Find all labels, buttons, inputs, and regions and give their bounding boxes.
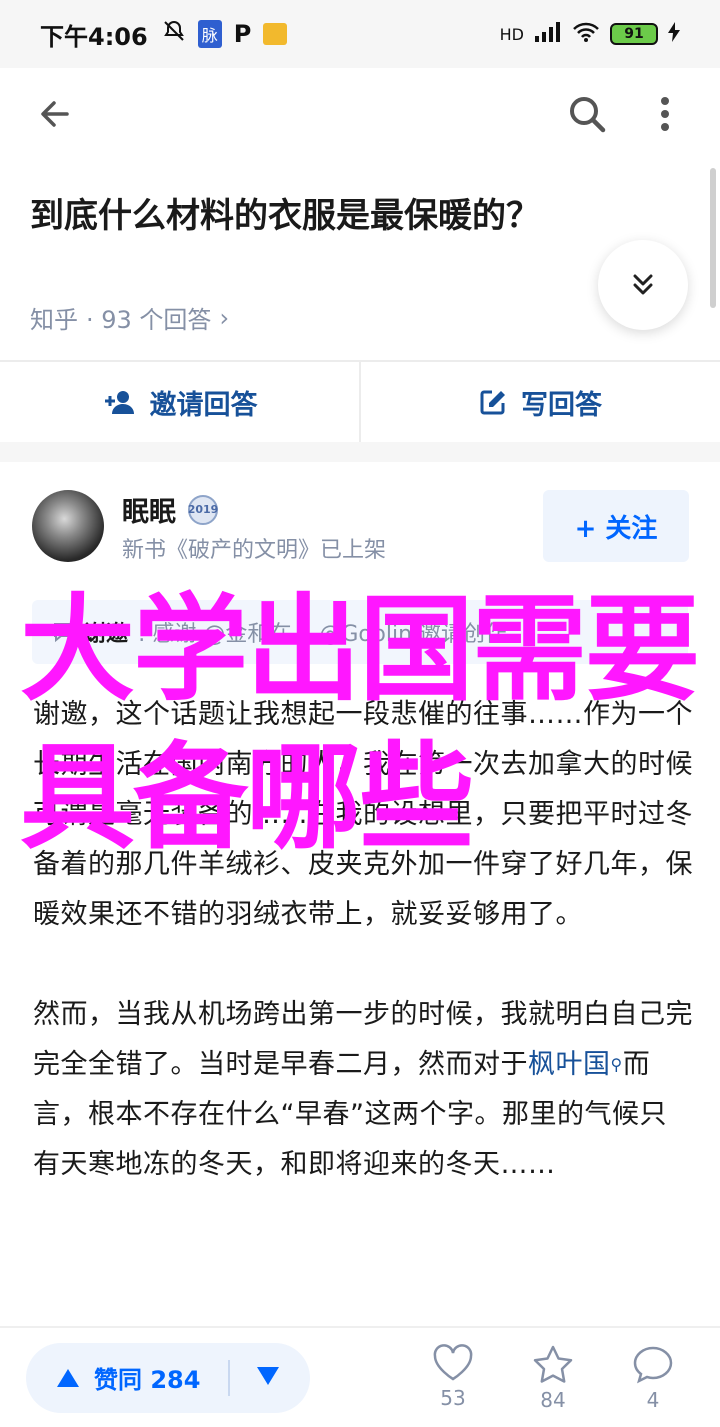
level-badge-icon: 2019 [188,494,218,525]
scrollbar[interactable] [710,168,716,308]
top-toolbar [0,68,720,160]
answer-paragraph-2: 然而，当我从机场跨出第一步的时候，我就明白自己完完全全错了。当时是早春二月，然而… [33,990,693,1190]
upvote-button[interactable]: 赞同 284 [56,1360,200,1395]
answer-paragraph: 谢邀，这个话题让我想起一段悲催的往事……作为一个长期生活在国内南方的人，我在第一… [33,699,693,930]
vote-divider [228,1359,231,1396]
edit-icon [480,390,505,415]
write-answer-button[interactable]: 写回答 [361,362,720,442]
source-label: 知乎 [30,306,78,334]
chevron-right-icon: › [219,303,230,332]
search-icon [570,97,606,133]
quote-icon [54,623,72,643]
triangle-up-icon [57,1368,79,1387]
search-button[interactable] [562,89,612,139]
vote-label: 赞同 284 [94,1366,201,1394]
author-name: 眠眠 [122,497,176,528]
like-count: 53 [440,1385,466,1410]
double-chevron-down-icon [633,274,653,295]
star-icon [533,1345,573,1383]
p-icon: P [233,20,252,48]
invite-note: 谢邀 : 感谢 @金和在... @Goblin 邀请创作 [32,600,688,664]
network-label: HD [499,24,524,44]
add-user-icon [104,391,134,414]
vote-pill: 赞同 284 [26,1342,311,1413]
like-button[interactable]: 53 [432,1343,474,1412]
search-link-icon: ⚲ [610,1055,623,1074]
favorite-button[interactable]: 84 [532,1344,574,1412]
invite-note-prefix: 谢邀 [84,622,129,647]
write-label: 写回答 [521,389,602,421]
author-subtitle: 新书《破产的文明》已上架 [122,538,387,563]
bottom-bar: 赞同 284 53 84 4 [0,1326,720,1427]
more-vertical-icon [661,97,669,131]
status-right: HD 91 [500,21,680,47]
mail-icon [263,23,288,45]
answers-count: · 93 个回答 [86,306,212,334]
invite-label: 邀请回答 [149,389,258,421]
expand-button[interactable] [598,240,688,330]
battery-icon: 91 [610,23,658,45]
author-row[interactable]: 眠眠 2019 [122,490,218,529]
heart-icon [433,1343,473,1380]
section-gap [0,442,720,462]
more-button[interactable] [640,89,690,139]
status-time: 下午4:06 [40,22,148,51]
comment-icon [633,1346,673,1383]
stats-row: 53 84 4 [432,1343,674,1412]
mute-icon [162,19,186,49]
app-badge-icon: 脉 [197,20,222,48]
back-arrow-icon [41,101,69,127]
app-screen: 下午4:06 脉 P HD 91 到底什么材料的衣服是最保暖的？ 知乎 · 93… [0,0,720,1427]
downvote-button[interactable] [256,1364,280,1392]
wifi-icon [572,21,600,47]
maple-country-link[interactable]: 枫叶国 [528,1049,611,1080]
status-bar: 下午4:06 脉 P HD 91 [0,0,720,68]
question-title[interactable]: 到底什么材料的衣服是最保暖的？ [30,196,630,237]
signal-icon [534,21,562,47]
charging-icon [668,22,680,46]
invite-note-text: : 感谢 @金和在... @Goblin 邀请创作 [138,622,508,647]
answer-body[interactable]: 谢邀，这个话题让我想起一段悲催的往事……作为一个长期生活在国内南方的人，我在第一… [33,690,693,1240]
comment-button[interactable]: 4 [632,1344,674,1412]
follow-button[interactable]: + 关注 [543,490,689,562]
triangle-down-icon [257,1366,280,1385]
question-actions: 邀请回答 写回答 [0,362,720,442]
back-button[interactable] [30,89,80,139]
author-avatar[interactable] [32,490,104,562]
star-count: 84 [540,1387,566,1412]
invite-answer-button[interactable]: 邀请回答 [0,362,359,442]
comment-count: 4 [646,1387,660,1412]
question-meta[interactable]: 知乎 · 93 个回答 › [30,300,229,335]
